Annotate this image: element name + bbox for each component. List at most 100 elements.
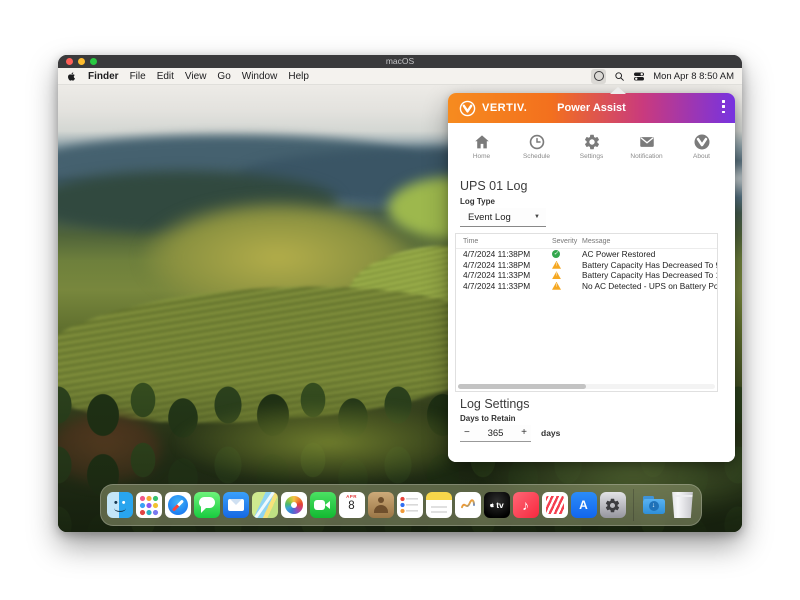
dock-icon-mail[interactable] [223, 492, 249, 518]
cell-message: Battery Capacity Has Decreased To 100% [582, 270, 717, 280]
dock-icon-downloads[interactable]: ↓ [641, 492, 667, 518]
dock-icon-photos[interactable] [281, 492, 307, 518]
nav-label: Schedule [523, 153, 550, 160]
envelope-icon [638, 133, 656, 151]
log-settings-title: Log Settings [460, 397, 530, 411]
table-row[interactable]: 4/7/2024 11:33PM ! No AC Detected - UPS … [456, 281, 717, 292]
nav-item-about[interactable]: About [679, 133, 725, 160]
table-header-row: Time Severity Message [456, 234, 717, 249]
desktop-wallpaper: VERTIV. Power Assist Home [58, 85, 742, 532]
warning-triangle-icon: ! [552, 271, 561, 279]
home-icon [473, 133, 491, 151]
cell-severity: ! [550, 261, 582, 269]
nav-label: Notification [630, 153, 662, 160]
power-assist-body: UPS 01 Log Log Type Event Log ▼ Time Sev… [448, 169, 735, 462]
dock-icon-news[interactable] [542, 492, 568, 518]
cell-time: 4/7/2024 11:33PM [456, 281, 550, 291]
days-to-retain-label: Days to Retain [460, 414, 516, 423]
control-center-icon[interactable] [633, 71, 645, 82]
success-check-icon: ✓ [552, 250, 560, 258]
wallpaper-sunlit-treetops [173, 400, 483, 485]
window-titlebar[interactable]: macOS [58, 55, 742, 68]
cell-time: 4/7/2024 11:38PM [456, 249, 550, 259]
vertiv-about-icon [693, 133, 711, 151]
power-assist-menubar-icon[interactable] [591, 69, 606, 84]
nav-item-schedule[interactable]: Schedule [514, 133, 560, 160]
scrollbar-thumb[interactable] [458, 384, 586, 389]
nav-label: Settings [580, 153, 604, 160]
cell-severity: ✓ [550, 250, 582, 258]
column-header-message[interactable]: Message [582, 238, 717, 245]
dock-icon-calendar[interactable]: APR 8 [339, 492, 365, 518]
macos-menubar: Finder File Edit View Go Window Help Mon… [58, 68, 742, 85]
dock-icon-safari[interactable] [165, 492, 191, 518]
dock-icon-messages[interactable] [194, 492, 220, 518]
menubar-clock[interactable]: Mon Apr 8 8:50 AM [653, 71, 734, 82]
apple-menu-icon[interactable] [66, 71, 77, 82]
days-value[interactable]: 365 [488, 428, 504, 439]
decrement-button[interactable]: − [460, 428, 474, 438]
dock-icon-reminders[interactable] [397, 492, 423, 518]
download-arrow-icon: ↓ [649, 501, 659, 511]
log-type-value: Event Log [468, 212, 511, 223]
increment-button[interactable]: + [517, 428, 531, 438]
warning-triangle-icon: ! [552, 282, 561, 290]
dock-separator [633, 489, 634, 521]
dock-icon-music[interactable]: ♪ [513, 492, 539, 518]
dock-icon-system-settings[interactable] [600, 492, 626, 518]
cell-message: AC Power Restored [582, 249, 717, 259]
power-assist-popover: VERTIV. Power Assist Home [448, 93, 735, 462]
table-row[interactable]: 4/7/2024 11:33PM ! Battery Capacity Has … [456, 270, 717, 281]
log-type-label: Log Type [460, 197, 495, 206]
table-row[interactable]: 4/7/2024 11:38PM ✓ AC Power Restored [456, 249, 717, 260]
clock-icon [528, 133, 546, 151]
dock-icon-trash[interactable] [670, 492, 696, 518]
dock-icon-freeform[interactable] [455, 492, 481, 518]
power-assist-nav: Home Schedule Settings [448, 123, 735, 170]
popover-caret [610, 87, 626, 94]
gear-icon [583, 133, 601, 151]
table-row[interactable]: 4/7/2024 11:38PM ! Battery Capacity Has … [456, 260, 717, 271]
dock-icon-finder[interactable] [107, 492, 133, 518]
window-title: macOS [58, 55, 742, 68]
cell-time: 4/7/2024 11:38PM [456, 260, 550, 270]
kebab-menu-icon[interactable] [722, 100, 725, 113]
screenshot-root: macOS Finder File Edit View Go Window He… [0, 0, 800, 600]
dock-icon-facetime[interactable] [310, 492, 336, 518]
cell-message: Battery Capacity Has Decreased To 90% [582, 260, 717, 270]
cell-severity: ! [550, 271, 582, 279]
menubar-item-go[interactable]: Go [217, 71, 230, 82]
dock-icon-notes[interactable] [426, 492, 452, 518]
menubar-item-help[interactable]: Help [288, 71, 309, 82]
spotlight-search-icon[interactable] [614, 71, 625, 82]
page-title: UPS 01 Log [460, 179, 527, 193]
dock-icon-contacts[interactable] [368, 492, 394, 518]
dock-icon-launchpad[interactable] [136, 492, 162, 518]
horizontal-scrollbar[interactable] [458, 384, 715, 389]
days-unit-label: days [541, 428, 560, 438]
chevron-down-icon: ▼ [534, 214, 540, 220]
event-log-table: Time Severity Message 4/7/2024 11:38PM ✓… [455, 233, 718, 392]
menubar-item-window[interactable]: Window [242, 71, 278, 82]
menubar-item-file[interactable]: File [130, 71, 146, 82]
power-assist-header: VERTIV. Power Assist [448, 93, 735, 123]
nav-item-notification[interactable]: Notification [624, 133, 670, 160]
menubar-item-edit[interactable]: Edit [157, 71, 174, 82]
cell-severity: ! [550, 282, 582, 290]
macos-vm-window: macOS Finder File Edit View Go Window He… [58, 55, 742, 532]
column-header-severity[interactable]: Severity [550, 238, 582, 245]
calendar-day-label: 8 [348, 500, 354, 513]
dock-icon-maps[interactable] [252, 492, 278, 518]
nav-item-home[interactable]: Home [459, 133, 505, 160]
column-header-time[interactable]: Time [456, 238, 550, 245]
nav-item-settings[interactable]: Settings [569, 133, 615, 160]
nav-label: About [693, 153, 710, 160]
dock-icon-apple-tv[interactable]: tv [484, 492, 510, 518]
menubar-item-finder[interactable]: Finder [88, 71, 119, 82]
apple-tv-label: tv [496, 501, 504, 510]
log-type-dropdown[interactable]: Event Log ▼ [460, 208, 546, 227]
app-store-glyph: A [579, 499, 588, 511]
dock-icon-app-store[interactable]: A [571, 492, 597, 518]
menubar-item-view[interactable]: View [185, 71, 207, 82]
app-title: Power Assist [448, 102, 735, 114]
